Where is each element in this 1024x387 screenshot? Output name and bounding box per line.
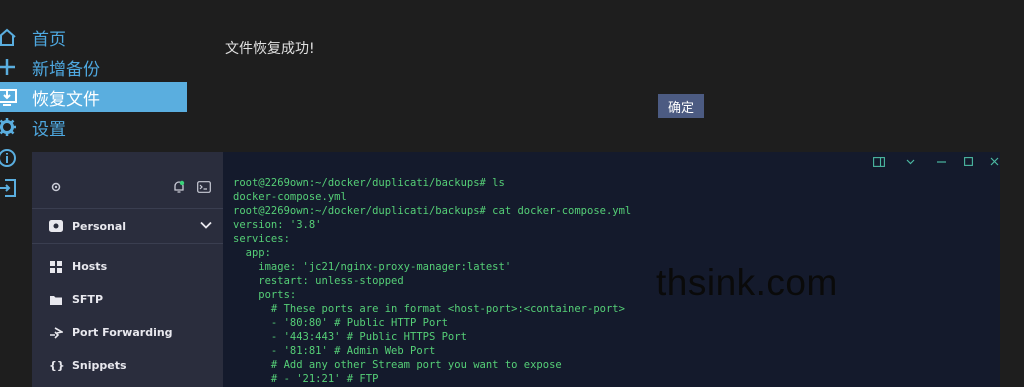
close-icon[interactable] [990, 157, 999, 166]
terminal-line: root@2269own:~/docker/duplicati/backups#… [233, 205, 632, 217]
terminal-line: - '443:443' # Public HTTPS Port [233, 331, 467, 343]
sidebar-item-hosts[interactable]: Hosts [32, 250, 223, 283]
vault-icon [49, 220, 63, 232]
hidden-nav-icons [0, 148, 17, 208]
vault-selector[interactable]: Personal [32, 209, 223, 244]
chevron-down-icon[interactable] [906, 159, 915, 165]
restore-icon [0, 89, 17, 106]
terminal-pane[interactable]: root@2269own:~/docker/duplicati/backups#… [223, 152, 1000, 387]
notification-bell-icon[interactable] [172, 180, 186, 194]
maximize-icon[interactable] [964, 157, 973, 166]
nav-item-restore[interactable]: 恢复文件 [0, 82, 187, 112]
sidebar-item-label: Snippets [72, 359, 127, 372]
confirm-button[interactable]: 确定 [658, 94, 704, 118]
split-view-icon[interactable] [873, 157, 885, 167]
nav-label: 首页 [32, 29, 66, 50]
terminal-line: # These ports are in format <host-port>:… [233, 303, 625, 315]
vault-label: Personal [72, 219, 127, 233]
terminal-line: - '80:80' # Public HTTP Port [233, 317, 448, 329]
terminal-icon[interactable] [197, 181, 211, 193]
terminal-line: ports: [233, 289, 297, 301]
info-icon[interactable] [0, 148, 17, 168]
sidebar-item-label: Port Forwarding [72, 326, 173, 339]
terminal-line: services: [233, 233, 290, 245]
folder-icon [50, 295, 62, 305]
nav-label: 恢复文件 [32, 89, 100, 110]
nav-item-settings[interactable]: 设置 [0, 112, 187, 142]
nav-item-home[interactable]: 首页 [0, 22, 187, 52]
port-forward-icon [50, 326, 63, 339]
braces-icon: {} [49, 358, 65, 372]
terminal-line: restart: unless-stopped [233, 275, 404, 287]
settings-icon[interactable] [50, 181, 62, 193]
sidebar-item-snippets[interactable]: {} Snippets [32, 349, 223, 382]
terminal-sidebar: Personal Hosts SFTP Port Forwarding {} S… [32, 152, 223, 387]
sidebar-item-label: SFTP [72, 293, 104, 306]
terminal-line: root@2269own:~/docker/duplicati/backups#… [233, 177, 505, 189]
nav-label: 设置 [32, 119, 66, 140]
terminal-app-window: Personal Hosts SFTP Port Forwarding {} S… [32, 152, 1000, 387]
terminal-line: app: [233, 247, 271, 259]
terminal-line: docker-compose.yml [233, 191, 347, 203]
restore-success-message: 文件恢复成功! [225, 41, 315, 57]
logout-icon[interactable] [0, 178, 17, 198]
sidebar-nav: 首页 新增备份 恢复文件 设置 [0, 22, 187, 142]
minimize-icon[interactable] [937, 161, 946, 163]
window-controls [840, 152, 1000, 172]
chevron-down-icon [200, 221, 212, 229]
terminal-line: version: '3.8' [233, 219, 322, 231]
sidebar-item-sftp[interactable]: SFTP [32, 283, 223, 316]
gear-icon [0, 118, 16, 136]
nav-item-new-backup[interactable]: 新增备份 [0, 52, 187, 82]
plus-icon [0, 59, 15, 75]
terminal-line: # - '21:21' # FTP [233, 373, 379, 385]
home-icon [0, 28, 16, 46]
sidebar-item-label: Hosts [72, 260, 108, 273]
terminal-line: # Add any other Stream port you want to … [233, 359, 562, 371]
hosts-icon [50, 260, 62, 273]
terminal-line: - '81:81' # Admin Web Port [233, 345, 436, 357]
watermark: thsink.com [656, 262, 838, 303]
terminal-output: root@2269own:~/docker/duplicati/backups#… [233, 176, 631, 386]
nav-label: 新增备份 [32, 59, 100, 80]
terminal-line: image: 'jc21/nginx-proxy-manager:latest' [233, 261, 512, 273]
sidebar-toolbar [32, 152, 223, 209]
sidebar-item-port-forwarding[interactable]: Port Forwarding [32, 316, 223, 349]
